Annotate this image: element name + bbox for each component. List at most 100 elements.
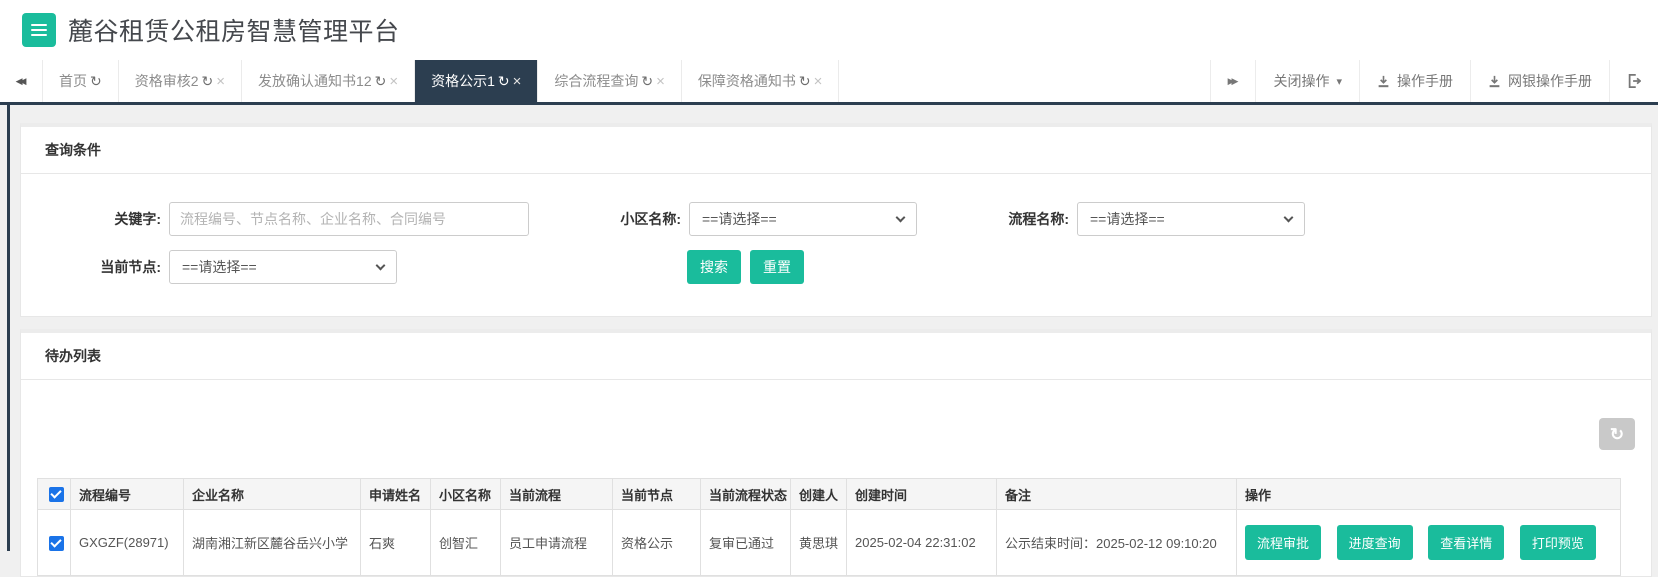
bank-operation-manual-link[interactable]: 网银操作手册: [1470, 60, 1609, 102]
tab-label: 综合流程查询: [554, 73, 639, 89]
row-checkbox[interactable]: [49, 535, 64, 551]
tab-issue-confirmation-notice[interactable]: 发放确认通知书12 ↻ ×: [241, 60, 414, 102]
col-header-current-flow: 当前流程: [500, 478, 613, 510]
operation-manual-link[interactable]: 操作手册: [1359, 60, 1470, 102]
community-name-select[interactable]: ==请选择==: [689, 202, 917, 236]
col-header-company: 企业名称: [183, 478, 361, 510]
tabbar-actions: ▶▶ 关闭操作 ▾ 操作手册 网银操作手册: [1209, 60, 1658, 102]
caret-down-icon: ▾: [1336, 75, 1342, 88]
current-node-label: 当前节点:: [100, 259, 161, 275]
todo-panel-body: ↻ 流程编号 企业名称 申请姓名 小区名称 当前流程 当前节点 当前流程状态 创…: [21, 380, 1651, 576]
refresh-icon[interactable]: ↻: [641, 73, 653, 90]
community-select-value: ==请选择==: [702, 211, 777, 227]
tabs-scroll-left-button[interactable]: ◀◀: [0, 60, 42, 102]
tab-home[interactable]: 首页 ↻: [42, 60, 118, 102]
refresh-icon[interactable]: ↻: [375, 73, 387, 90]
process-name-label: 流程名称:: [1008, 211, 1069, 227]
cell-operations: 流程审批 进度查询 查看详情 打印预览: [1236, 509, 1621, 576]
table-header-row: 流程编号 企业名称 申请姓名 小区名称 当前流程 当前节点 当前流程状态 创建人…: [37, 478, 1621, 510]
operation-manual-label: 操作手册: [1397, 73, 1453, 89]
refresh-icon: ↻: [1609, 424, 1625, 444]
col-header-applicant: 申请姓名: [360, 478, 431, 510]
bank-operation-manual-label: 网银操作手册: [1508, 73, 1592, 89]
cell-community: 创智汇: [430, 509, 501, 576]
col-header-creator: 创建人: [790, 478, 847, 510]
collapsed-sidebar-edge: [7, 105, 10, 551]
col-header-current-node: 当前节点: [612, 478, 701, 510]
query-form: 关键字: 小区名称: ==请选择== 流程名称: ==请选择== 当前节点: =…: [21, 174, 1651, 316]
double-left-arrow-icon: ◀◀: [15, 75, 27, 86]
cell-company: 湖南湘江新区麓谷岳兴小学: [183, 509, 361, 576]
community-name-label: 小区名称:: [620, 211, 681, 227]
logout-icon: [1627, 74, 1641, 88]
print-preview-button[interactable]: 打印预览: [1519, 525, 1596, 560]
tab-label: 首页: [59, 73, 87, 89]
close-operations-label: 关闭操作: [1273, 73, 1330, 89]
tab-qualification-review[interactable]: 资格审核2 ↻ ×: [117, 60, 241, 102]
cell-flow-status: 复审已通过: [700, 509, 791, 576]
col-header-created-time: 创建时间: [846, 478, 997, 510]
cell-process-code: GXGZF(28971): [70, 509, 184, 576]
col-header-flow-status: 当前流程状态: [700, 478, 791, 510]
tab-qualification-publicity-active[interactable]: 资格公示1 ↻ ×: [414, 60, 538, 102]
tab-comprehensive-process-query[interactable]: 综合流程查询 ↻ ×: [537, 60, 681, 102]
chevron-down-icon: [1283, 212, 1294, 223]
refresh-icon[interactable]: ↻: [498, 73, 510, 90]
col-header-community: 小区名称: [430, 478, 501, 510]
close-icon[interactable]: ×: [389, 73, 398, 90]
download-icon: [1377, 75, 1390, 88]
keyword-input[interactable]: [169, 202, 529, 236]
chevron-down-icon: [375, 260, 386, 271]
todo-list-panel: 待办列表 ↻ 流程编号 企业名称 申请姓名 小区名称 当前流程 当前节点 当前流…: [20, 329, 1652, 577]
search-button[interactable]: 搜索: [687, 250, 741, 284]
chevron-down-icon: [895, 212, 906, 223]
process-select-value: ==请选择==: [1090, 211, 1165, 227]
col-header-process-code: 流程编号: [70, 478, 184, 510]
node-select-value: ==请选择==: [182, 259, 257, 275]
download-icon: [1488, 75, 1501, 88]
cell-applicant: 石爽: [360, 509, 431, 576]
tabs-scroll-right-button[interactable]: ▶▶: [1209, 60, 1256, 102]
refresh-icon[interactable]: ↻: [90, 73, 102, 90]
tab-label: 资格审核2: [134, 73, 199, 89]
close-icon[interactable]: ×: [513, 73, 522, 90]
process-name-select[interactable]: ==请选择==: [1077, 202, 1305, 236]
select-all-checkbox[interactable]: [49, 487, 64, 503]
progress-query-button[interactable]: 进度查询: [1336, 525, 1413, 560]
main-content: 查询条件 关键字: 小区名称: ==请选择== 流程名称: ==请选择== 当前…: [0, 105, 1658, 577]
tab-label: 保障资格通知书: [697, 73, 796, 89]
cell-current-node: 资格公示: [612, 509, 701, 576]
app-title: 麓谷租赁公租房智慧管理平台: [68, 18, 400, 46]
logout-button[interactable]: [1609, 60, 1658, 102]
reset-button[interactable]: 重置: [750, 250, 804, 284]
hamburger-icon: [31, 24, 47, 26]
cell-remark: 公示结束时间：2025-02-12 09:10:20: [996, 509, 1237, 576]
close-icon[interactable]: ×: [656, 73, 665, 90]
close-icon[interactable]: ×: [814, 73, 823, 90]
app-header: 麓谷租赁公租房智慧管理平台: [0, 0, 1658, 60]
double-right-arrow-icon: ▶▶: [1227, 75, 1239, 86]
view-details-button[interactable]: 查看详情: [1428, 525, 1505, 560]
col-header-operations: 操作: [1236, 478, 1621, 510]
cell-current-flow: 员工申请流程: [500, 509, 613, 576]
todo-table: 流程编号 企业名称 申请姓名 小区名称 当前流程 当前节点 当前流程状态 创建人…: [37, 478, 1621, 576]
keyword-label: 关键字:: [114, 211, 161, 227]
tab-guarantee-qualification-notice[interactable]: 保障资格通知书 ↻ ×: [680, 60, 840, 102]
cell-creator: 黄思琪: [790, 509, 847, 576]
col-header-remark: 备注: [996, 478, 1237, 510]
todo-panel-title: 待办列表: [21, 333, 1651, 380]
close-icon[interactable]: ×: [216, 73, 225, 90]
tab-bar: ◀◀ 首页 ↻ 资格审核2 ↻ × 发放确认通知书12 ↻ × 资格公示1 ↻ …: [0, 60, 1658, 105]
current-node-select[interactable]: ==请选择==: [169, 250, 397, 284]
table-row: GXGZF(28971) 湖南湘江新区麓谷岳兴小学 石爽 创智汇 员工申请流程 …: [37, 509, 1621, 576]
refresh-icon[interactable]: ↻: [202, 73, 214, 90]
process-approve-button[interactable]: 流程审批: [1245, 525, 1322, 560]
refresh-icon[interactable]: ↻: [799, 73, 811, 90]
close-operations-dropdown[interactable]: 关闭操作 ▾: [1255, 60, 1359, 102]
query-panel-title: 查询条件: [21, 127, 1651, 174]
tab-label: 发放确认通知书12: [258, 73, 372, 89]
query-conditions-panel: 查询条件 关键字: 小区名称: ==请选择== 流程名称: ==请选择== 当前…: [20, 123, 1652, 317]
tab-label: 资格公示1: [431, 73, 495, 89]
menu-toggle-button[interactable]: [22, 13, 56, 47]
table-refresh-button[interactable]: ↻: [1599, 418, 1635, 450]
